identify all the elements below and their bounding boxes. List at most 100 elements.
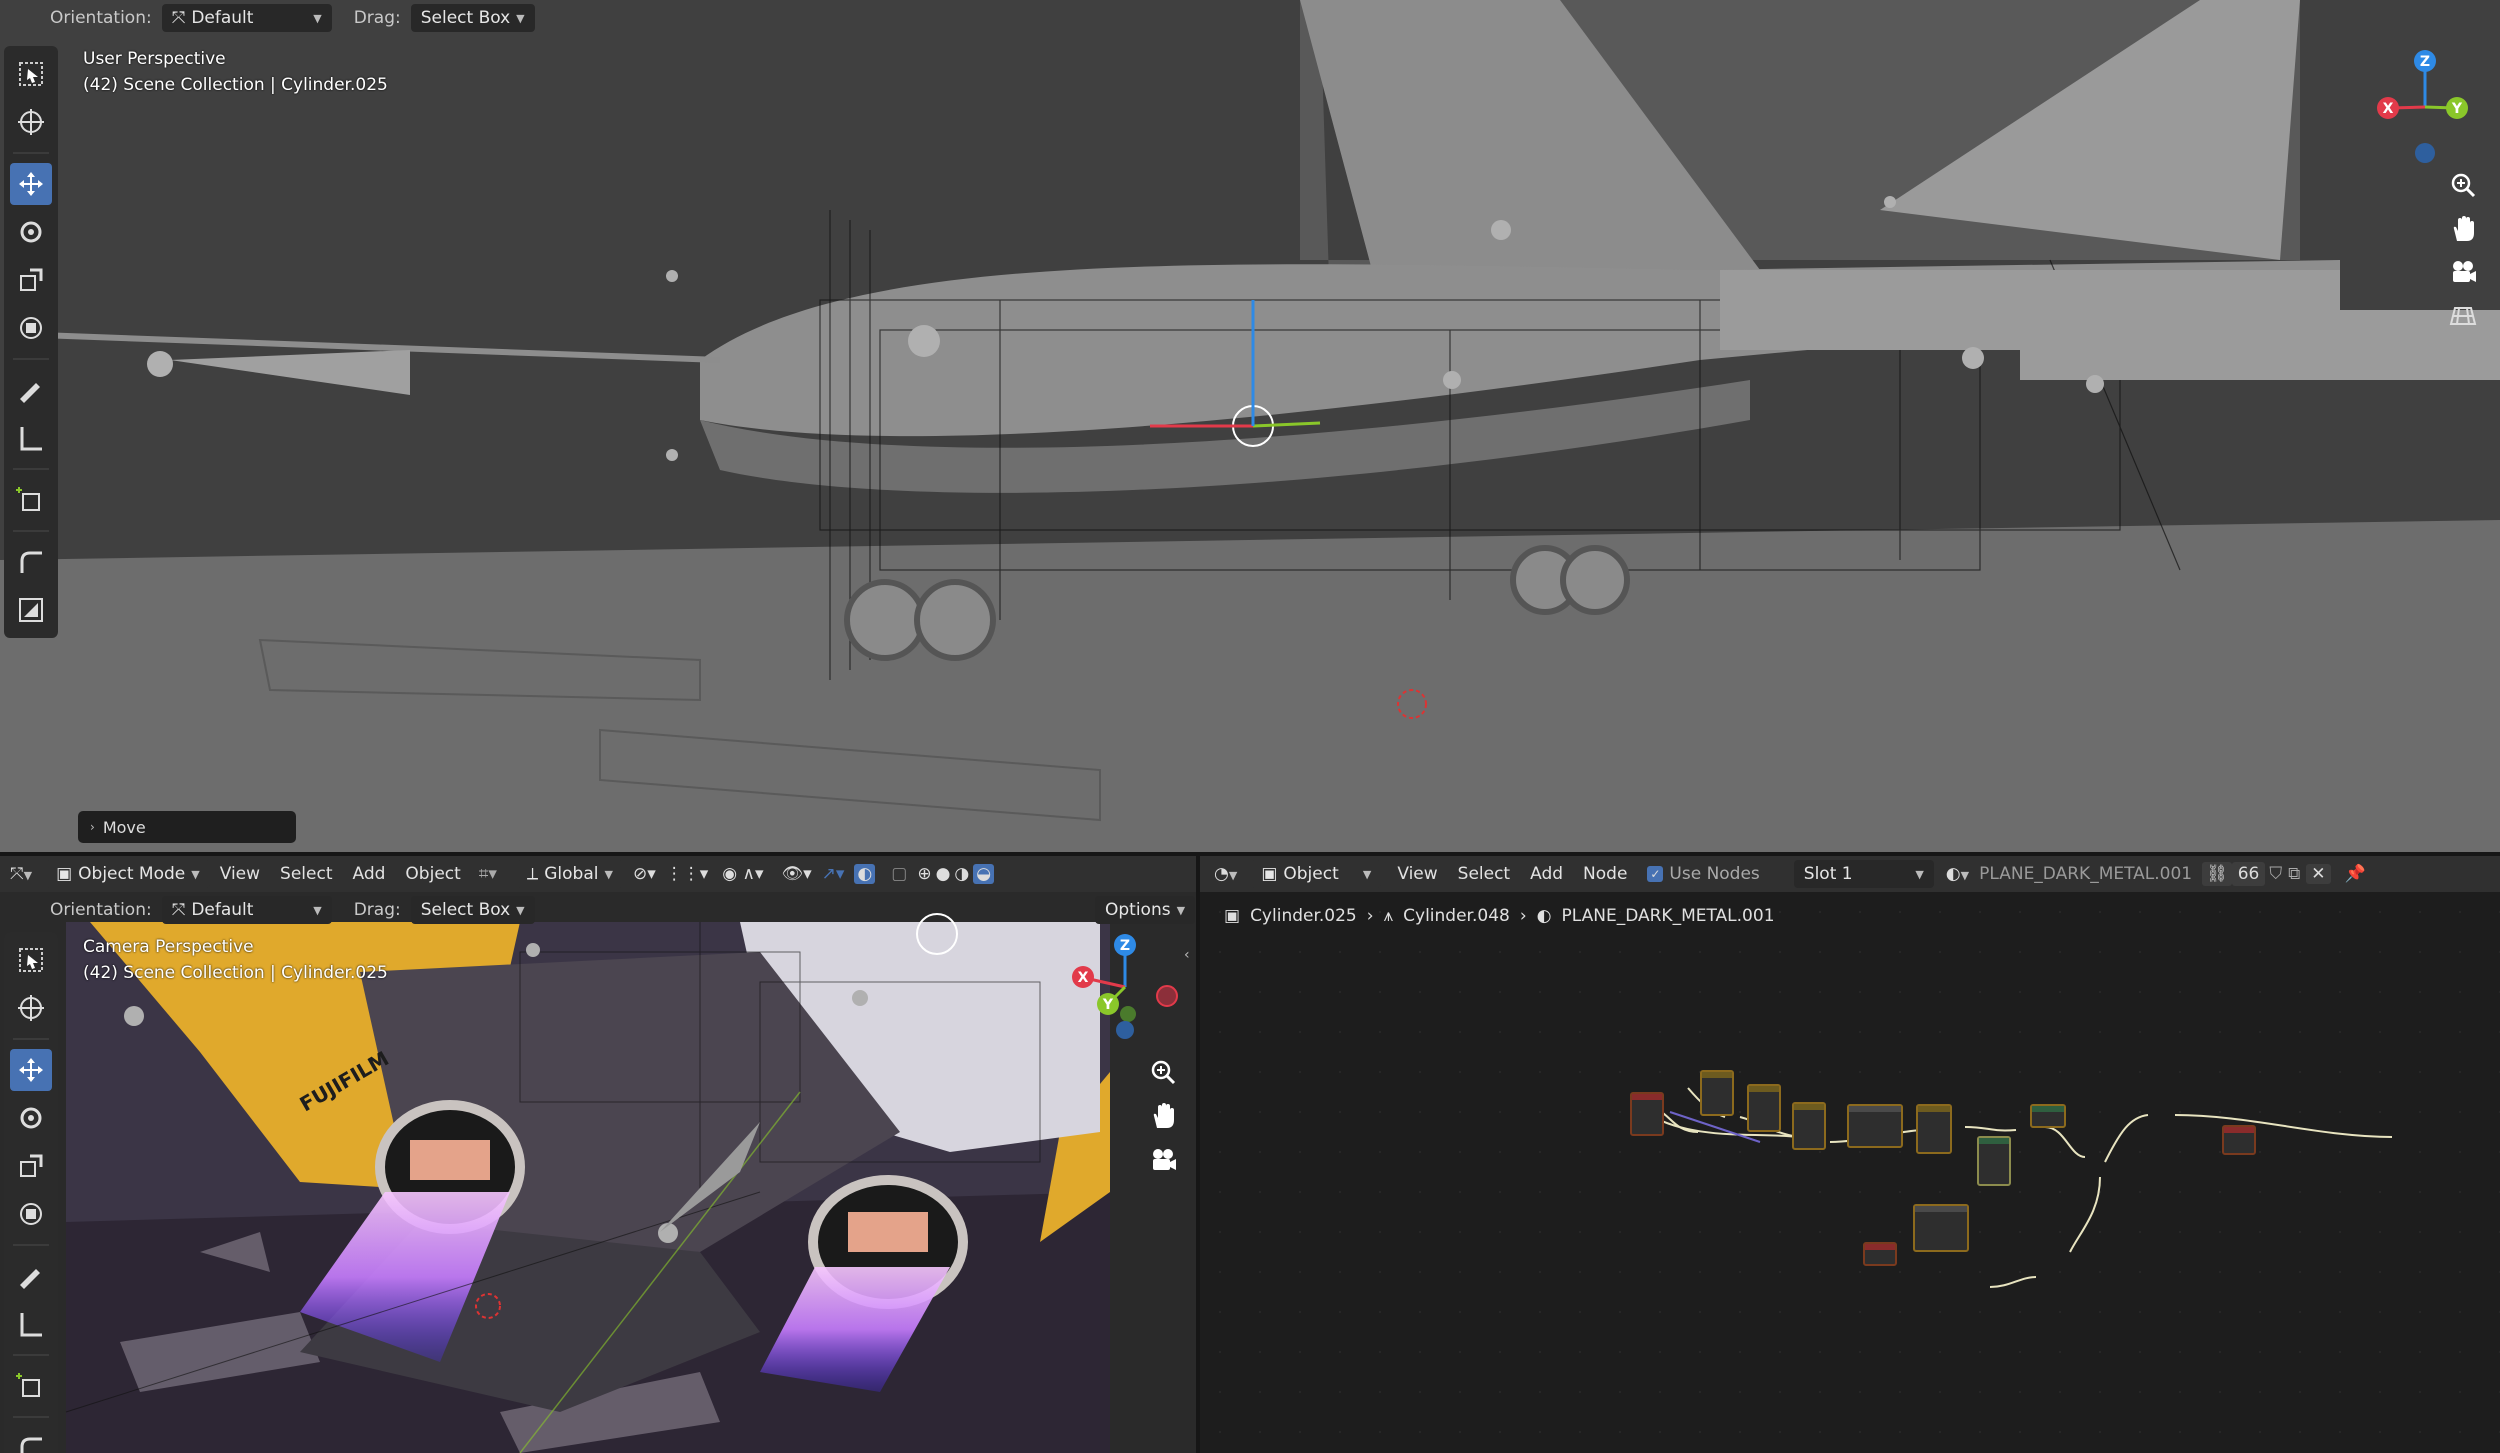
- extrude-tool[interactable]: [10, 1427, 52, 1453]
- axis-navigation-gizmo[interactable]: Z X Y: [2375, 45, 2485, 175]
- pin-icon[interactable]: 📌: [2345, 864, 2366, 884]
- visibility-icon[interactable]: 👁▾: [782, 864, 812, 884]
- camera-view-button[interactable]: [2443, 252, 2483, 292]
- options-dropdown[interactable]: Options ▼: [1095, 896, 1196, 924]
- shader-type-dropdown[interactable]: ▣ Object ▼: [1251, 860, 1382, 888]
- move-tool[interactable]: [10, 163, 52, 205]
- node-editor-canvas[interactable]: ▣ Cylinder.025 › ⩚ Cylinder.048 › ◐ PLAN…: [1200, 892, 2500, 1453]
- pivot-icon[interactable]: ⊘▾: [633, 864, 656, 884]
- chevron-down-icon: ▼: [604, 867, 613, 881]
- shader-node[interactable]: [1863, 1242, 1897, 1266]
- cursor-tool[interactable]: [10, 101, 52, 143]
- camera-view-button[interactable]: [1143, 1140, 1183, 1180]
- neg-z-axis-handle[interactable]: [2415, 143, 2435, 163]
- pan-button[interactable]: [2443, 209, 2483, 249]
- rotate-tool[interactable]: [10, 211, 52, 253]
- shield-icon[interactable]: ⛉: [2269, 864, 2282, 884]
- transform-tool[interactable]: [10, 1193, 52, 1235]
- extrude-tool[interactable]: [10, 541, 52, 583]
- material-output-node[interactable]: [2222, 1125, 2256, 1155]
- shader-node[interactable]: [1630, 1092, 1664, 1136]
- orientation-dropdown[interactable]: ⤧ Default ▼: [161, 4, 332, 32]
- drag-value: Select Box: [420, 8, 511, 28]
- zoom-button[interactable]: [2443, 165, 2483, 205]
- shader-node[interactable]: [1977, 1136, 2011, 1186]
- transform-tool[interactable]: [10, 307, 52, 349]
- measure-tool[interactable]: [10, 417, 52, 459]
- users-count[interactable]: 66: [2231, 862, 2266, 886]
- add-cube-tool[interactable]: [10, 1365, 52, 1407]
- shading-rendered-icon[interactable]: ◒: [973, 864, 995, 884]
- shader-node[interactable]: [1847, 1104, 1903, 1148]
- zoom-button[interactable]: [1143, 1052, 1183, 1092]
- xray-toggle-icon[interactable]: ▢: [891, 864, 907, 884]
- last-operator-panel[interactable]: › Move: [78, 811, 296, 843]
- add-cube-tool[interactable]: [10, 479, 52, 521]
- ortho-toggle-button[interactable]: [2443, 296, 2483, 336]
- menu-select[interactable]: Select: [280, 864, 332, 884]
- neg-x-axis-handle[interactable]: [1156, 985, 1178, 1007]
- shader-node[interactable]: [1747, 1084, 1781, 1132]
- move-icon: [19, 1058, 43, 1082]
- camera-viewport-header: ⤧▼ ▣ Object Mode ▼ View Select Add Objec…: [0, 856, 1196, 892]
- snap-icon[interactable]: ⋮⋮▾: [666, 864, 709, 884]
- material-browse-icon[interactable]: ◐▼: [1946, 864, 1969, 884]
- transform-pivot-icon[interactable]: ⌗▾: [479, 864, 497, 884]
- annotate-tool[interactable]: [10, 369, 52, 411]
- transform-space-value: Global: [544, 864, 599, 884]
- menu-select[interactable]: Select: [1458, 864, 1510, 884]
- mode-dropdown[interactable]: ▣ Object Mode ▼: [46, 860, 210, 888]
- use-nodes-checkbox[interactable]: ✓: [1647, 866, 1664, 882]
- pan-button[interactable]: [1143, 1096, 1183, 1136]
- drag-dropdown[interactable]: Select Box ▼: [410, 896, 535, 924]
- shading-wireframe-icon[interactable]: ⊕: [917, 864, 931, 884]
- inset-tool[interactable]: [10, 589, 52, 631]
- z-axis-label: Z: [1120, 938, 1130, 954]
- measure-icon: [20, 427, 42, 451]
- sidebar-toggle-arrow[interactable]: ‹: [1184, 947, 1190, 963]
- shader-node[interactable]: [1792, 1102, 1826, 1150]
- camera-axis-navigation-gizmo[interactable]: Z X Y: [1070, 932, 1180, 1042]
- cursor-icon: [18, 109, 44, 135]
- shader-node[interactable]: [1916, 1104, 1952, 1154]
- menu-view[interactable]: View: [220, 864, 260, 884]
- cursor-tool[interactable]: [10, 987, 52, 1029]
- shader-node[interactable]: [1913, 1204, 1969, 1252]
- move-tool[interactable]: [10, 1049, 52, 1091]
- menu-add[interactable]: Add: [353, 864, 386, 884]
- gizmo-toggle-icon[interactable]: ↗▾: [822, 864, 845, 884]
- chevron-down-icon: ▼: [1228, 869, 1238, 882]
- proportional-edit-icon[interactable]: ◉ ∧▾: [722, 864, 763, 884]
- shading-material-icon[interactable]: ◑: [954, 864, 969, 884]
- rotate-tool[interactable]: [10, 1097, 52, 1139]
- menu-object[interactable]: Object: [405, 864, 460, 884]
- menu-view[interactable]: View: [1397, 864, 1437, 884]
- measure-tool[interactable]: [10, 1303, 52, 1345]
- scale-tool[interactable]: [10, 259, 52, 301]
- orientation-dropdown[interactable]: ⤧ Default ▼: [161, 896, 332, 924]
- duplicate-icon[interactable]: ⧉: [2288, 864, 2300, 884]
- camera-viewport[interactable]: FUJIFILM Orientation: ⤧ Default ▼ Drag: …: [0, 892, 1196, 1453]
- scale-tool[interactable]: [10, 1145, 52, 1187]
- material-name-field[interactable]: PLANE_DARK_METAL.001: [1979, 864, 2192, 884]
- shader-node[interactable]: [1700, 1070, 1734, 1116]
- top-viewport[interactable]: Orientation: ⤧ Default ▼ Drag: Select Bo…: [0, 0, 2500, 852]
- overlays-toggle-icon[interactable]: ◐: [854, 864, 876, 884]
- shading-solid-icon[interactable]: ●: [936, 864, 951, 884]
- slot-dropdown[interactable]: Slot 1 ▼: [1793, 860, 1934, 888]
- editor-type-button[interactable]: ◔▼: [1214, 864, 1237, 884]
- scale-icon: [20, 268, 43, 291]
- transform-space-dropdown[interactable]: ⟂ Global ▼: [516, 860, 623, 888]
- shader-node[interactable]: [2030, 1104, 2066, 1128]
- drag-dropdown[interactable]: Select Box ▼: [410, 4, 535, 32]
- menu-add[interactable]: Add: [1530, 864, 1563, 884]
- close-icon[interactable]: ✕: [2306, 864, 2331, 884]
- neg-z-axis-handle[interactable]: [1116, 1021, 1134, 1039]
- editor-type-button[interactable]: ⤧▼: [10, 864, 32, 884]
- select-box-tool[interactable]: [10, 939, 52, 981]
- annotate-tool[interactable]: [10, 1255, 52, 1297]
- select-box-tool[interactable]: [10, 53, 52, 95]
- fake-user-icon[interactable]: ⛓: [2202, 862, 2232, 886]
- neg-y-axis-handle[interactable]: [1120, 1006, 1136, 1022]
- menu-node[interactable]: Node: [1583, 864, 1627, 884]
